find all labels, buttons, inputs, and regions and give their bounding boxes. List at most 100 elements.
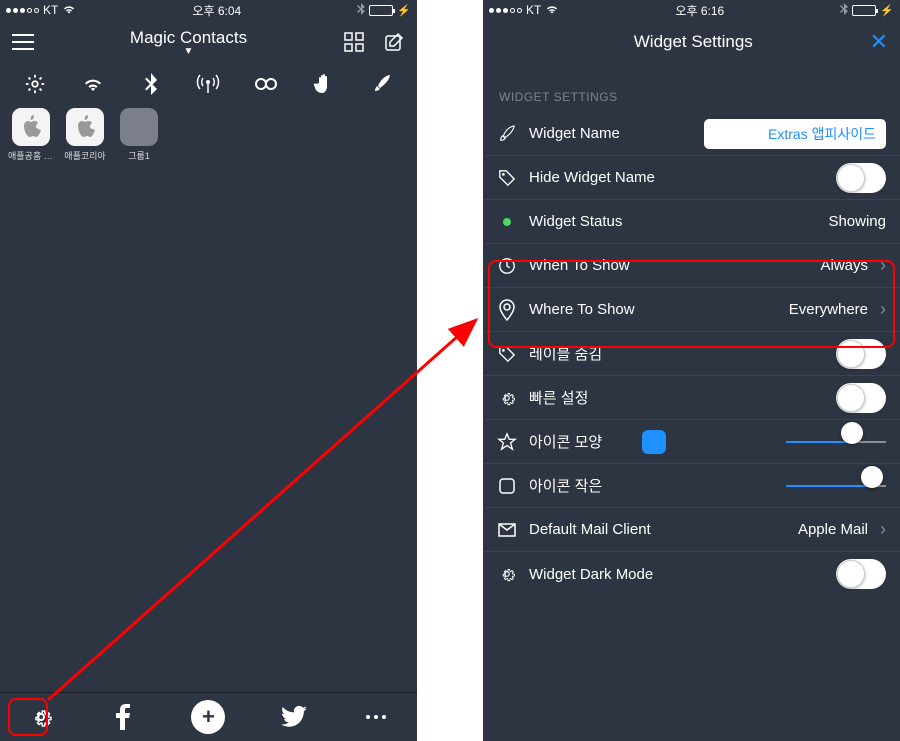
bluetooth-toggle-icon[interactable]: [139, 72, 163, 96]
app-item[interactable]: 그룹1: [116, 108, 162, 162]
row-value: Apple Mail: [798, 521, 868, 538]
blank-group-icon: [120, 108, 158, 146]
battery-icon: [369, 5, 393, 16]
app-item[interactable]: 애플코리아: [62, 108, 108, 162]
tag-icon: [497, 344, 517, 364]
gear-icon: [497, 388, 517, 408]
screenshot-right: KT 오후 6:16 ⚡ Widget Settings ✕ WIDGET SE…: [483, 0, 900, 741]
nav-title-button[interactable]: Magic Contacts ▼: [34, 28, 343, 57]
app-item[interactable]: 애플공홈 주…: [8, 108, 54, 162]
screenshot-left: KT 오후 6:04 ⚡ Magic Contacts ▼: [0, 0, 417, 741]
clock-label: 오후 6:16: [675, 2, 724, 19]
row-label: 아이콘 모양: [529, 431, 626, 452]
row-label: 아이콘 작은: [529, 475, 774, 496]
carrier-label: KT: [526, 3, 541, 17]
more-icon[interactable]: [363, 704, 389, 730]
cellular-icon[interactable]: [196, 72, 220, 96]
toggle-hide-name[interactable]: [836, 163, 886, 193]
row-label: Where To Show: [529, 301, 777, 318]
charging-icon: ⚡: [880, 4, 894, 17]
row-value: Everywhere: [789, 301, 868, 318]
icon-size-slider[interactable]: [786, 476, 886, 496]
app-grid: 애플공홈 주… 애플코리아 그룹1: [0, 104, 417, 166]
square-icon: [497, 476, 517, 496]
row-label: Default Mail Client: [529, 521, 786, 538]
row-hide-label: 레이블 숨김: [483, 332, 900, 376]
chevron-right-icon: ›: [880, 519, 886, 540]
battery-icon: [852, 5, 876, 16]
rocket-icon: [497, 124, 517, 144]
tab-bar: +: [0, 692, 417, 741]
row-where-to-show[interactable]: Where To Show Everywhere ›: [483, 288, 900, 332]
status-bar: KT 오후 6:16 ⚡: [483, 0, 900, 20]
row-value: Showing: [828, 213, 886, 230]
carrier-label: KT: [43, 3, 58, 17]
settings-gear-icon[interactable]: [23, 72, 47, 96]
wifi-toggle-icon[interactable]: [81, 72, 105, 96]
hotspot-icon[interactable]: [254, 72, 278, 96]
toggle-dark-mode[interactable]: [836, 559, 886, 589]
row-icon-small: 아이콘 작은: [483, 464, 900, 508]
apple-logo-icon: [66, 108, 104, 146]
add-button[interactable]: +: [191, 700, 225, 734]
row-label: Hide Widget Name: [529, 169, 824, 186]
chevron-down-icon: ▼: [34, 46, 343, 57]
row-when-to-show[interactable]: When To Show Always ›: [483, 244, 900, 288]
close-icon[interactable]: ✕: [870, 29, 888, 55]
row-widget-name[interactable]: Widget Name Extras 앱피사이드: [483, 112, 900, 156]
nav-title: Magic Contacts: [34, 28, 343, 48]
app-label: 애플코리아: [62, 149, 108, 162]
menu-icon[interactable]: [12, 31, 34, 53]
clock-icon: [497, 256, 517, 276]
row-label: Widget Name: [529, 125, 692, 142]
row-dark-mode: Widget Dark Mode: [483, 552, 900, 596]
signal-dots-icon: [489, 8, 522, 13]
icon-shape-slider[interactable]: [786, 432, 886, 452]
location-pin-icon: [497, 300, 517, 320]
row-label: 레이블 숨김: [529, 343, 824, 364]
row-value: Always: [820, 257, 868, 274]
widget-toolbar: [0, 64, 417, 104]
widget-name-input[interactable]: Extras 앱피사이드: [704, 119, 887, 149]
twitter-icon[interactable]: [281, 704, 307, 730]
chevron-right-icon: ›: [880, 255, 886, 276]
bluetooth-icon: [357, 3, 365, 18]
wifi-icon: [62, 3, 76, 17]
signal-dots-icon: [6, 8, 39, 13]
toggle-hide-label[interactable]: [836, 339, 886, 369]
app-label: 그룹1: [116, 149, 162, 162]
settings-tab-icon[interactable]: [28, 704, 54, 730]
app-label: 애플공홈 주…: [8, 149, 54, 162]
compose-icon[interactable]: [383, 31, 405, 53]
row-widget-status: Widget Status Showing: [483, 200, 900, 244]
row-label: When To Show: [529, 257, 808, 274]
bluetooth-icon: [840, 3, 848, 18]
row-quick-settings: 빠른 설정: [483, 376, 900, 420]
rocket-icon[interactable]: [370, 72, 394, 96]
nav-bar: Magic Contacts ▼: [0, 20, 417, 64]
row-icon-shape: 아이콘 모양: [483, 420, 900, 464]
toggle-quick[interactable]: [836, 383, 886, 413]
row-mail-client[interactable]: Default Mail Client Apple Mail ›: [483, 508, 900, 552]
row-label: Widget Dark Mode: [529, 566, 824, 583]
nav-bar: Widget Settings ✕: [483, 20, 900, 64]
tag-icon: [497, 168, 517, 188]
row-label: 빠른 설정: [529, 387, 824, 408]
mail-icon: [497, 520, 517, 540]
charging-icon: ⚡: [397, 4, 411, 17]
apple-logo-icon: [12, 108, 50, 146]
wifi-icon: [545, 3, 559, 17]
section-header: WIDGET SETTINGS: [483, 64, 900, 112]
gear-icon: [497, 564, 517, 584]
grid-icon[interactable]: [343, 31, 365, 53]
clock-label: 오후 6:04: [192, 2, 241, 19]
nav-title: Widget Settings: [517, 32, 870, 52]
status-bar: KT 오후 6:04 ⚡: [0, 0, 417, 20]
facebook-icon[interactable]: [110, 704, 136, 730]
hand-icon[interactable]: [312, 72, 336, 96]
star-icon: [497, 432, 517, 452]
status-dot-icon: [497, 212, 517, 232]
chevron-right-icon: ›: [880, 299, 886, 320]
color-swatch[interactable]: [642, 430, 666, 454]
row-hide-widget-name: Hide Widget Name: [483, 156, 900, 200]
